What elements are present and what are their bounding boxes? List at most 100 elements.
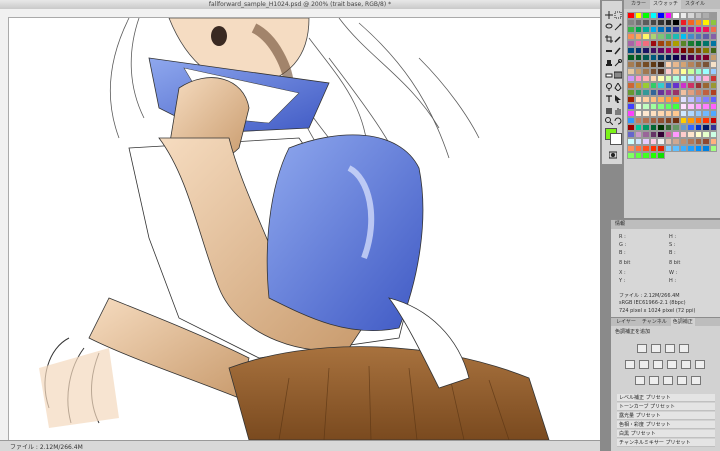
- color-swatch[interactable]: [679, 145, 687, 152]
- color-swatch[interactable]: [664, 61, 672, 68]
- color-swatch[interactable]: [649, 103, 657, 110]
- color-swatch[interactable]: [709, 145, 717, 152]
- color-swatch[interactable]: [649, 117, 657, 124]
- color-swatch[interactable]: [649, 26, 657, 33]
- healing-brush-tool-icon[interactable]: [605, 47, 613, 55]
- color-swatch[interactable]: [634, 124, 642, 131]
- preset-hue-saturation[interactable]: 色相・彩度 プリセット: [617, 421, 715, 429]
- color-swatch[interactable]: [627, 12, 635, 19]
- color-swatch[interactable]: [679, 47, 687, 54]
- color-swatch[interactable]: [679, 26, 687, 33]
- tab-swatches[interactable]: スウォッチ: [650, 0, 682, 9]
- color-swatch[interactable]: [672, 117, 680, 124]
- color-swatch[interactable]: [709, 131, 717, 138]
- color-swatch[interactable]: [709, 110, 717, 117]
- tab-styles[interactable]: スタイル: [682, 0, 708, 9]
- color-swatch[interactable]: [687, 47, 695, 54]
- color-swatch[interactable]: [702, 47, 710, 54]
- color-swatch[interactable]: [679, 54, 687, 61]
- color-swatch[interactable]: [672, 124, 680, 131]
- color-swatch[interactable]: [657, 26, 665, 33]
- document-canvas[interactable]: [9, 18, 600, 440]
- color-swatch[interactable]: [702, 54, 710, 61]
- color-swatch[interactable]: [694, 12, 702, 19]
- color-swatch[interactable]: [634, 12, 642, 19]
- color-swatch[interactable]: [657, 103, 665, 110]
- color-swatch[interactable]: [687, 26, 695, 33]
- color-swatch[interactable]: [657, 145, 665, 152]
- magic-wand-tool-icon[interactable]: [614, 23, 622, 31]
- color-swatch[interactable]: [687, 131, 695, 138]
- color-swatch[interactable]: [702, 103, 710, 110]
- color-swatch[interactable]: [687, 82, 695, 89]
- color-swatch[interactable]: [709, 96, 717, 103]
- crop-tool-icon[interactable]: [605, 35, 613, 43]
- color-swatch[interactable]: [649, 12, 657, 19]
- color-swatch[interactable]: [694, 117, 702, 124]
- color-swatch[interactable]: [664, 68, 672, 75]
- color-swatch[interactable]: [642, 96, 650, 103]
- quick-mask-icon[interactable]: [608, 151, 618, 159]
- color-swatch[interactable]: [694, 26, 702, 33]
- levels-icon[interactable]: [651, 344, 661, 353]
- color-swatch[interactable]: [664, 54, 672, 61]
- color-swatch[interactable]: [694, 54, 702, 61]
- color-swatch[interactable]: [709, 61, 717, 68]
- color-swatch[interactable]: [709, 82, 717, 89]
- color-swatch[interactable]: [634, 82, 642, 89]
- color-swatch[interactable]: [687, 145, 695, 152]
- color-swatch[interactable]: [672, 47, 680, 54]
- pen-tool-icon[interactable]: [614, 82, 622, 92]
- color-swatch[interactable]: [649, 89, 657, 96]
- tab-adjustments[interactable]: 色調補正: [670, 318, 695, 326]
- background-color-swatch[interactable]: [610, 133, 622, 145]
- color-swatch[interactable]: [694, 89, 702, 96]
- color-swatch[interactable]: [627, 124, 635, 131]
- dodge-tool-icon[interactable]: [605, 83, 613, 91]
- color-swatch[interactable]: [702, 138, 710, 145]
- color-swatch[interactable]: [694, 138, 702, 145]
- curves-icon[interactable]: [665, 344, 675, 353]
- color-swatch[interactable]: [679, 89, 687, 96]
- color-swatch[interactable]: [642, 131, 650, 138]
- color-swatch[interactable]: [709, 75, 717, 82]
- color-swatch[interactable]: [649, 96, 657, 103]
- color-swatch[interactable]: [657, 33, 665, 40]
- color-swatch[interactable]: [687, 40, 695, 47]
- exposure-icon[interactable]: [679, 344, 689, 353]
- rotate-view-tool-icon[interactable]: [614, 117, 622, 125]
- color-swatch[interactable]: [679, 96, 687, 103]
- color-swatch[interactable]: [679, 75, 687, 82]
- color-swatch[interactable]: [664, 12, 672, 19]
- color-swatch[interactable]: [687, 138, 695, 145]
- color-swatch[interactable]: [634, 26, 642, 33]
- color-swatch[interactable]: [657, 75, 665, 82]
- color-swatch[interactable]: [642, 54, 650, 61]
- color-swatch[interactable]: [672, 68, 680, 75]
- vibrance-icon[interactable]: [625, 360, 635, 369]
- color-swatch[interactable]: [672, 61, 680, 68]
- color-swatch[interactable]: [634, 54, 642, 61]
- color-swatch[interactable]: [627, 54, 635, 61]
- color-swatch[interactable]: [642, 152, 650, 159]
- color-swatch[interactable]: [694, 82, 702, 89]
- color-swatch[interactable]: [702, 12, 710, 19]
- zoom-tool-icon[interactable]: [605, 117, 614, 126]
- color-swatch[interactable]: [672, 110, 680, 117]
- preset-exposure[interactable]: 露光量 プリセット: [617, 412, 715, 420]
- color-swatch[interactable]: [679, 82, 687, 89]
- color-swatch[interactable]: [634, 96, 642, 103]
- color-swatch[interactable]: [627, 26, 635, 33]
- color-swatch[interactable]: [657, 89, 665, 96]
- color-swatch[interactable]: [694, 145, 702, 152]
- color-swatch[interactable]: [694, 33, 702, 40]
- preset-levels[interactable]: レベル補正 プリセット: [617, 394, 715, 402]
- color-swatch[interactable]: [642, 82, 650, 89]
- color-swatch[interactable]: [679, 110, 687, 117]
- color-swatch[interactable]: [702, 19, 710, 26]
- color-swatch[interactable]: [657, 54, 665, 61]
- color-swatch[interactable]: [664, 19, 672, 26]
- color-swatch[interactable]: [657, 12, 665, 19]
- color-swatch[interactable]: [709, 19, 717, 26]
- color-swatch[interactable]: [672, 26, 680, 33]
